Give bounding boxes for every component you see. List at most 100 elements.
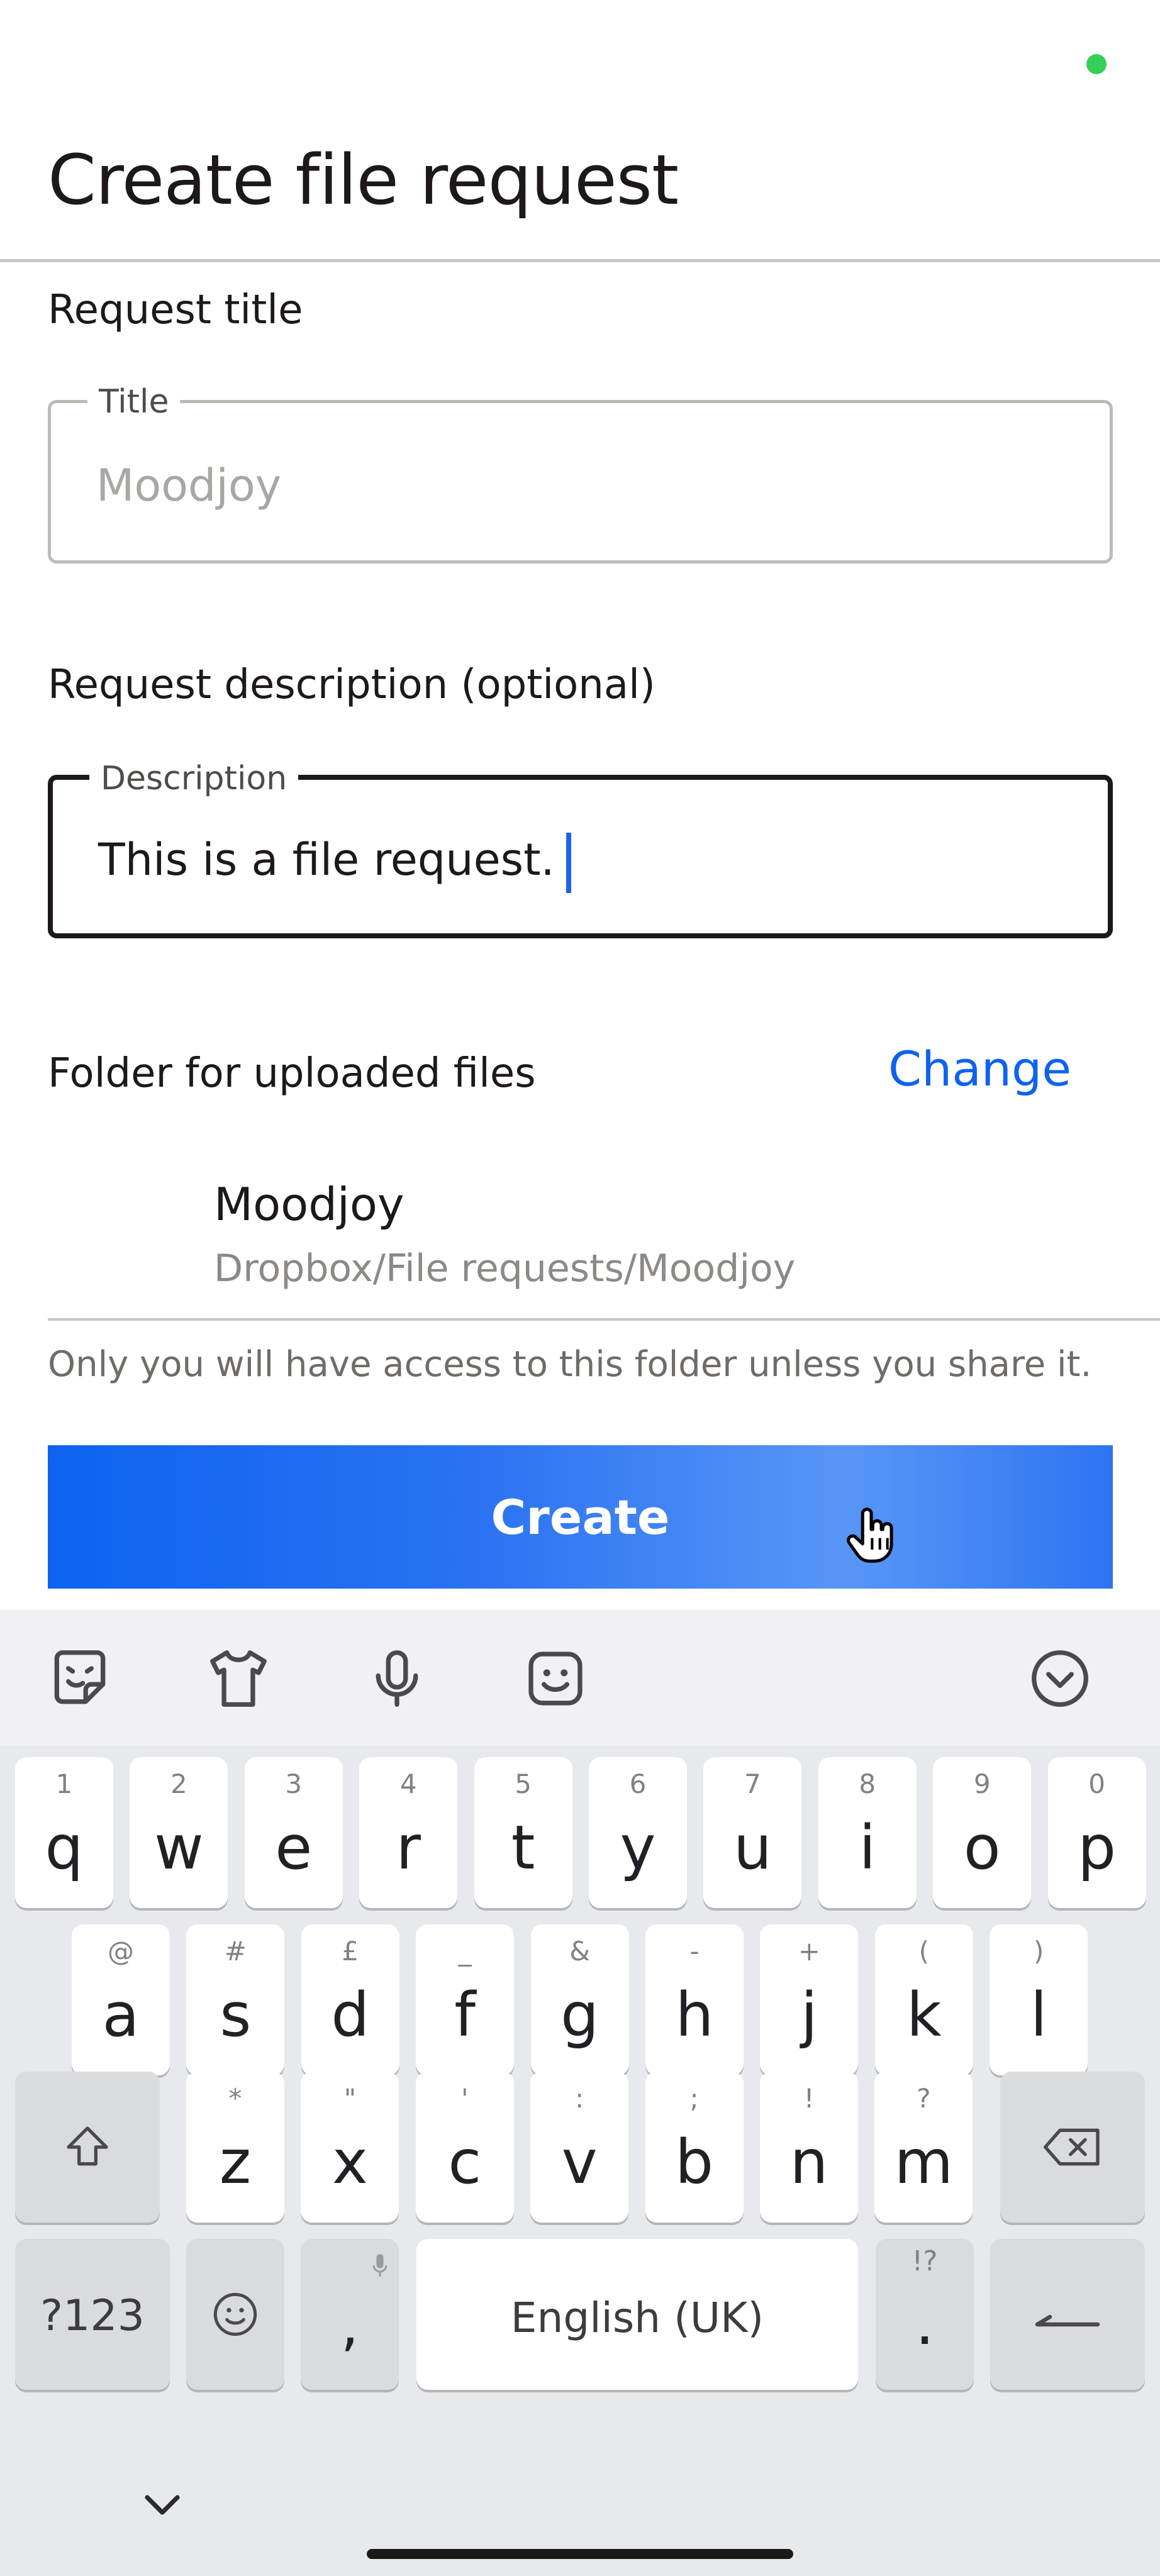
key-label: p (1078, 1813, 1117, 1883)
key-hint: 0 (1088, 1768, 1105, 1799)
key-hint: " (343, 2083, 357, 2114)
period-key-hint: !? (912, 2245, 938, 2277)
folder-name[interactable]: Moodjoy (214, 1178, 404, 1231)
key-label: l (1030, 1980, 1047, 2050)
page-title: Create file request (48, 140, 679, 220)
create-button[interactable]: Create (48, 1445, 1113, 1589)
key-hint: 5 (515, 1768, 532, 1799)
key-label: s (220, 1980, 252, 2050)
mic-hint-icon (372, 2254, 388, 2277)
period-key-label: . (915, 2288, 935, 2358)
key-y[interactable]: 6y (589, 1757, 687, 1908)
key-o[interactable]: 9o (933, 1757, 1032, 1908)
key-q[interactable]: 1q (15, 1757, 113, 1908)
key-u[interactable]: 7u (703, 1757, 802, 1908)
key-label: v (561, 2127, 598, 2197)
hide-keyboard-chevron-icon[interactable] (140, 2482, 185, 2528)
key-hint: & (569, 1936, 590, 1967)
smiley-icon (213, 2292, 257, 2336)
space-key[interactable]: English (UK) (416, 2239, 858, 2390)
key-c[interactable]: ' c (415, 2072, 514, 2223)
key-hint: 9 (973, 1768, 991, 1799)
key-label: n (789, 2127, 828, 2197)
key-n[interactable]: ! n (760, 2072, 858, 2223)
key-z[interactable]: * z (186, 2072, 284, 2223)
enter-icon (1035, 2314, 1100, 2327)
key-label: q (45, 1813, 84, 1883)
sticker-icon[interactable] (45, 1644, 114, 1713)
key-b[interactable]: ; b (645, 2072, 744, 2223)
key-hint: - (689, 1936, 700, 1967)
key-r[interactable]: 4r (359, 1757, 458, 1908)
key-label: y (620, 1813, 656, 1883)
key-label: h (675, 1980, 714, 2050)
key-p[interactable]: 0p (1047, 1757, 1146, 1908)
key-hint: 1 (55, 1768, 73, 1799)
key-a[interactable]: @ a (72, 1924, 170, 2075)
key-l[interactable]: ) l (990, 1924, 1088, 2075)
key-hint: ( (918, 1936, 929, 1967)
microphone-icon[interactable] (362, 1644, 432, 1713)
key-x[interactable]: " x (301, 2072, 399, 2223)
backspace-key[interactable] (1000, 2072, 1145, 2223)
collapse-keyboard-icon[interactable] (1025, 1644, 1095, 1713)
folder-path: Dropbox/File requests/Moodjoy (214, 1246, 796, 1291)
symbols-key[interactable]: ?123 (15, 2239, 170, 2390)
key-g[interactable]: & g (530, 1924, 629, 2075)
request-title-label: Request title (48, 287, 303, 333)
title-field-label: Title (87, 380, 181, 423)
key-w[interactable]: 2w (130, 1757, 228, 1908)
key-label: b (675, 2127, 714, 2197)
key-hint: : (575, 2083, 584, 2114)
key-t[interactable]: 5t (474, 1757, 572, 1908)
emoji-key[interactable] (186, 2239, 284, 2390)
key-d[interactable]: £ d (301, 1924, 399, 2075)
key-label: r (396, 1813, 421, 1883)
key-h[interactable]: -h (645, 1924, 744, 2075)
key-v[interactable]: :v (530, 2072, 629, 2223)
key-hint: ! (803, 2083, 815, 2114)
key-hint: £ (342, 1936, 359, 1967)
home-indicator (367, 2549, 793, 2559)
keyboard-toolbar (0, 1610, 1160, 1746)
key-label: c (448, 2127, 482, 2197)
key-label: i (859, 1813, 876, 1883)
key-f[interactable]: _ f (416, 1924, 515, 2075)
key-hint: 4 (399, 1768, 417, 1799)
description-field-label: Description (89, 757, 299, 800)
key-i[interactable]: 8i (818, 1757, 917, 1908)
key-hint: * (228, 2083, 242, 2114)
emoji-icon[interactable] (521, 1644, 590, 1713)
title-divider (0, 259, 1160, 262)
key-hint: 3 (285, 1768, 303, 1799)
period-key[interactable]: !? . (876, 2239, 974, 2390)
key-label: j (801, 1980, 818, 2050)
key-hint: ) (1033, 1936, 1044, 1967)
description-field[interactable]: Description This is a file request. (48, 757, 1113, 938)
key-k[interactable]: (k (874, 1924, 973, 2075)
key-label: u (733, 1813, 772, 1883)
key-hint: 7 (744, 1768, 761, 1799)
folder-section-label: Folder for uploaded files (48, 1050, 536, 1097)
comma-key-label: , (340, 2292, 359, 2358)
on-screen-keyboard: 1q2w3e4r5t6y7u8i9o0p @ a # s £ d _ f & g - h + j(k) l … (0, 1610, 1160, 2576)
key-label: d (331, 1980, 370, 2050)
theme-shirt-icon[interactable] (204, 1644, 273, 1713)
key-hint: # (224, 1936, 247, 1967)
key-j[interactable]: + j (760, 1924, 859, 2075)
key-e[interactable]: 3e (244, 1757, 343, 1908)
key-label: f (454, 1980, 476, 2050)
title-field[interactable]: Title Moodjoy (48, 380, 1113, 564)
space-key-label: English (UK) (510, 2294, 764, 2342)
key-s[interactable]: # s (186, 1924, 285, 2075)
key-label: w (154, 1813, 204, 1883)
symbols-key-label: ?123 (40, 2291, 145, 2341)
shift-key[interactable] (15, 2072, 160, 2223)
key-m[interactable]: ? m (874, 2072, 973, 2223)
comma-key[interactable]: , (301, 2239, 399, 2390)
change-folder-button[interactable]: Change (888, 1041, 1071, 1097)
access-note: Only you will have access to this folder… (48, 1344, 1092, 1385)
enter-key[interactable] (990, 2239, 1145, 2390)
key-label: g (560, 1980, 600, 2050)
request-description-label: Request description (optional) (48, 662, 655, 708)
